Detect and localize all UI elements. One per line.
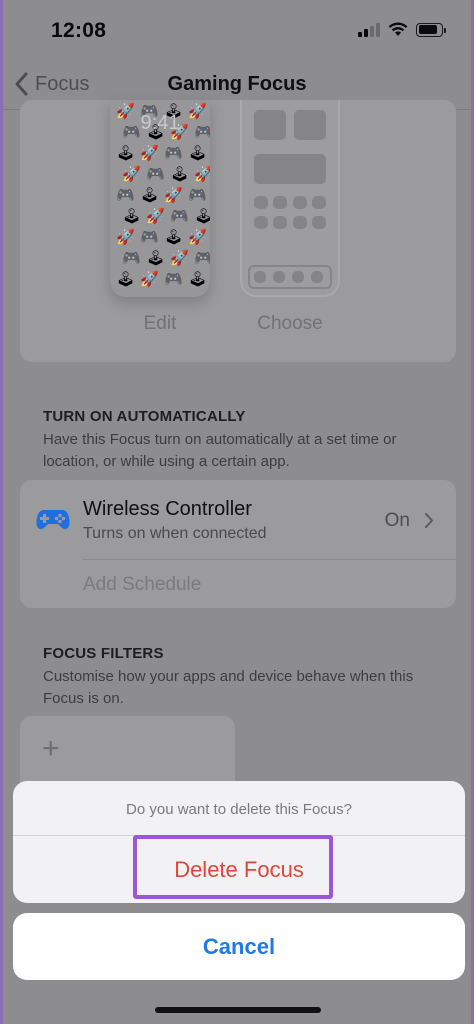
status-time: 12:08: [51, 19, 107, 42]
turn-on-header: TURN ON AUTOMATICALLY: [43, 408, 246, 425]
wallpaper-emoji: 🕹: [188, 271, 208, 288]
wallpaper-emoji: 🚀: [164, 187, 183, 204]
wallpaper-emoji: 🎮: [170, 208, 189, 225]
app-placeholder: [312, 216, 326, 229]
wallpaper-emoji: 🚀: [194, 167, 210, 182]
turn-on-description: Have this Focus turn on automatically at…: [43, 431, 397, 470]
wallpaper-emoji: 🕹: [122, 208, 142, 225]
action-sheet-message: Do you want to delete this Focus?: [126, 801, 352, 818]
dock-placeholder: [248, 265, 332, 289]
plus-icon: +: [42, 732, 60, 765]
focus-filters-description: Customise how your apps and device behav…: [43, 668, 414, 707]
wallpaper-emoji: 🎮: [164, 145, 183, 162]
app-placeholder: [254, 196, 268, 209]
wallpaper-emoji: 🎮: [122, 250, 141, 267]
app-placeholder: [293, 216, 307, 229]
page-title: Gaming Focus: [167, 73, 307, 95]
widget-placeholder: [254, 154, 326, 184]
wallpaper-emoji: 🎮: [116, 187, 135, 204]
screen: 12:08 Focus Gaming Focus 🚀🎮🕹🚀🎮🕹🚀🎮🕹🚀: [0, 0, 474, 1024]
wallpaper-emoji: 🚀: [122, 166, 141, 183]
delete-focus-button[interactable]: Delete Focus: [13, 836, 465, 903]
battery-icon: [416, 22, 446, 37]
wallpaper-emoji: 🚀: [140, 145, 159, 162]
wallpaper-emoji: 🕹: [188, 145, 208, 162]
customize-screens-card: 🚀🎮🕹🚀🎮🕹🚀🎮🕹🚀🎮🕹🚀🎮🕹🚀🎮🕹🚀🎮🕹🚀🎮🕹🚀🎮🕹🚀🎮🕹🚀🎮🕹🚀🎮🕹 9:4…: [20, 100, 456, 362]
focus-filters-header: FOCUS FILTERS: [43, 645, 164, 662]
status-bar: 12:08: [3, 0, 471, 60]
wallpaper-emoji: 🚀: [170, 250, 189, 267]
widget-placeholder: [254, 110, 286, 140]
wallpaper-emoji: 🕹: [194, 209, 210, 224]
delete-action-sheet: Do you want to delete this Focus? Delete…: [13, 781, 465, 903]
wallpaper-emoji: 🕹: [146, 250, 166, 267]
cancel-card: Cancel: [13, 913, 465, 980]
app-placeholder: [273, 216, 287, 229]
status-icons: [358, 22, 446, 37]
wallpaper-emoji: 🕹: [164, 229, 184, 246]
widget-placeholder: [294, 110, 326, 140]
wallpaper-emoji: 🎮: [194, 251, 210, 266]
wallpaper-emoji: 🕹: [170, 166, 190, 183]
automation-title: Wireless Controller: [83, 498, 252, 520]
app-placeholder: [254, 216, 268, 229]
game-controller-icon: [36, 510, 70, 530]
home-screen-preview[interactable]: [240, 100, 340, 297]
wallpaper-emoji: 🎮: [146, 166, 165, 183]
app-placeholder: [312, 196, 326, 209]
chevron-right-icon: [425, 513, 433, 528]
cellular-signal-icon: [358, 22, 380, 37]
wallpaper-emoji: 🚀: [140, 271, 159, 288]
app-placeholder: [273, 196, 287, 209]
wallpaper-emoji: 🎮: [188, 187, 207, 204]
wallpaper-emoji: 🚀: [146, 208, 165, 225]
automation-status: On: [384, 510, 410, 531]
app-placeholder: [293, 196, 307, 209]
add-schedule-button[interactable]: Add Schedule: [83, 574, 201, 596]
wifi-icon: [388, 22, 408, 36]
wallpaper-emoji: 🕹: [140, 187, 160, 204]
divider: [83, 559, 456, 560]
wallpaper-emoji: 🚀: [116, 229, 135, 246]
automation-card: Wireless Controller Turns on when connec…: [20, 480, 456, 608]
choose-button[interactable]: Choose: [240, 313, 340, 335]
wallpaper-emoji: 🎮: [140, 229, 159, 246]
lock-preview-time: 9:41: [140, 112, 180, 134]
wireless-controller-row[interactable]: Wireless Controller Turns on when connec…: [20, 480, 456, 559]
wallpaper-emoji: 🚀: [188, 229, 207, 246]
wallpaper-emoji: 🕹: [116, 271, 136, 288]
lock-screen-preview[interactable]: 🚀🎮🕹🚀🎮🕹🚀🎮🕹🚀🎮🕹🚀🎮🕹🚀🎮🕹🚀🎮🕹🚀🎮🕹🚀🎮🕹🚀🎮🕹🚀🎮🕹🚀🎮🕹 9:4…: [110, 100, 210, 297]
edit-button[interactable]: Edit: [110, 313, 210, 335]
home-indicator[interactable]: [155, 1007, 321, 1013]
wallpaper-emoji: 🕹: [116, 145, 136, 162]
wallpaper-emoji: 🎮: [164, 271, 183, 288]
automation-subtitle: Turns on when connected: [83, 525, 267, 542]
cancel-button[interactable]: Cancel: [13, 913, 465, 980]
